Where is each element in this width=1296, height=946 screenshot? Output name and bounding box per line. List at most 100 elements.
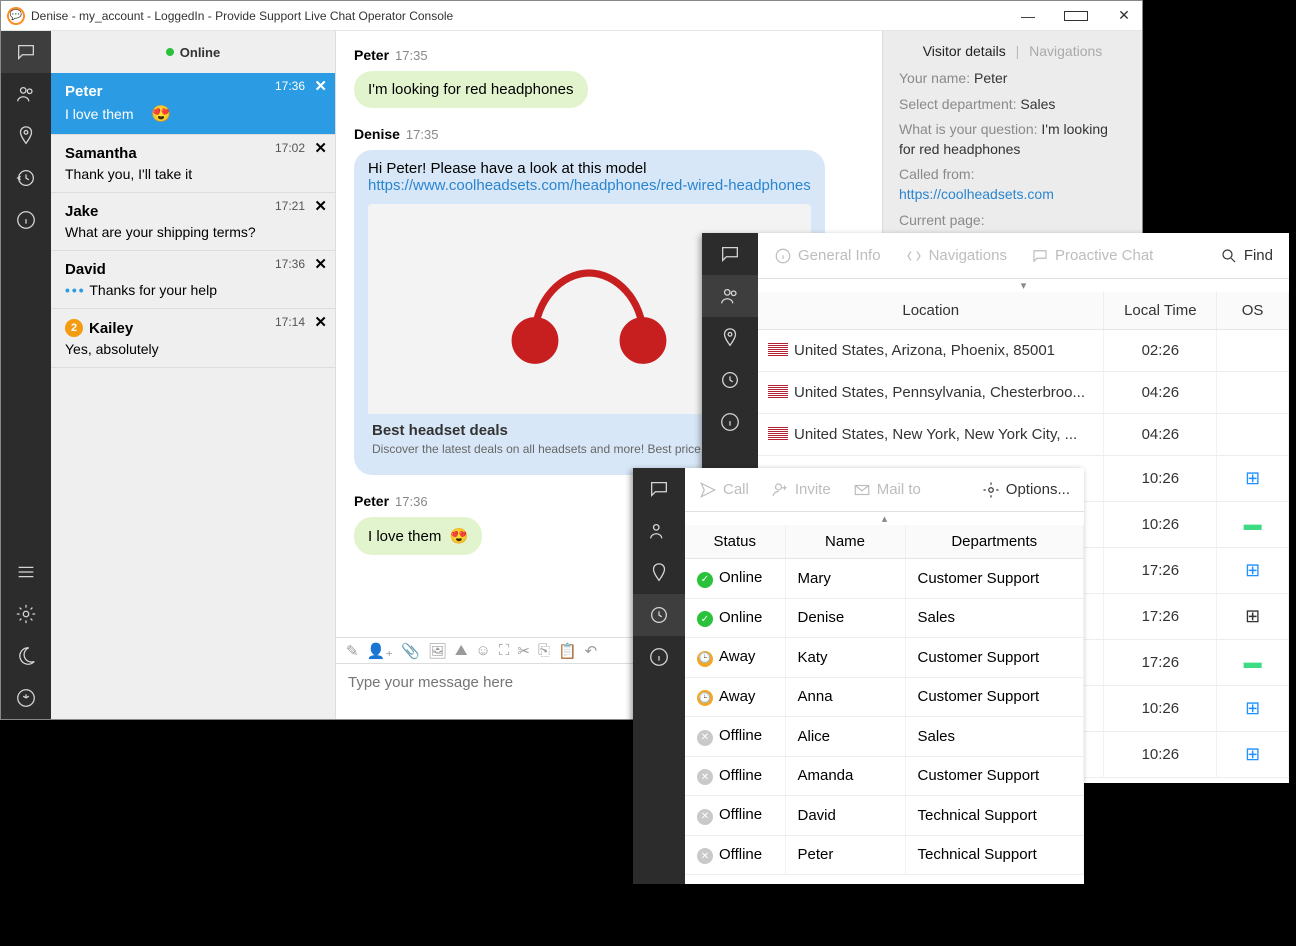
col-location[interactable]: Location bbox=[758, 292, 1104, 330]
cell-os bbox=[1217, 414, 1289, 456]
col-dept[interactable]: Departments bbox=[905, 525, 1084, 559]
cell-status: ✕Offline bbox=[685, 717, 785, 757]
minimize-button[interactable]: — bbox=[1016, 8, 1040, 24]
presence-label: Online bbox=[180, 45, 220, 60]
rail-chats-icon[interactable] bbox=[1, 31, 51, 73]
cell-location: United States, Arizona, Phoenix, 85001 bbox=[758, 330, 1104, 372]
col-status[interactable]: Status bbox=[685, 525, 785, 559]
invite-button[interactable]: Invite bbox=[771, 481, 831, 499]
col-os[interactable]: OS bbox=[1217, 292, 1289, 330]
rail-logout-icon[interactable] bbox=[1, 677, 51, 719]
col-local-time[interactable]: Local Time bbox=[1104, 292, 1217, 330]
cut-icon[interactable]: ✂ bbox=[517, 642, 530, 660]
visitor-bubble: I'm looking for red headphones bbox=[354, 71, 588, 108]
rail-settings-icon[interactable] bbox=[1, 593, 51, 635]
rail-info-icon[interactable] bbox=[1, 199, 51, 241]
tab-general-info[interactable]: General Info bbox=[774, 247, 881, 265]
called-from-link[interactable]: https://coolheadsets.com bbox=[899, 186, 1054, 202]
rail-history-icon[interactable] bbox=[633, 594, 685, 636]
rail-info-icon[interactable] bbox=[702, 401, 758, 443]
operator-row[interactable]: ✓OnlineMaryCustomer Support bbox=[685, 559, 1084, 599]
collapse-icon[interactable]: ▴ bbox=[685, 512, 1084, 525]
nav-rail bbox=[1, 31, 51, 719]
collapse-icon[interactable]: ▾ bbox=[758, 279, 1289, 292]
operator-row[interactable]: ✕OfflineAliceSales bbox=[685, 717, 1084, 757]
options-button[interactable]: Options... bbox=[982, 481, 1070, 499]
rail-menu-icon[interactable] bbox=[1, 551, 51, 593]
cell-os bbox=[1217, 330, 1289, 372]
visitor-row[interactable]: United States, New York, New York City, … bbox=[758, 414, 1289, 456]
chat-time: 17:21 bbox=[275, 199, 305, 213]
canned-icon[interactable]: ✎ bbox=[346, 642, 359, 660]
close-chat-icon[interactable]: ✕ bbox=[314, 255, 327, 273]
close-chat-icon[interactable]: ✕ bbox=[314, 139, 327, 157]
operator-row[interactable]: 🕒AwayKatyCustomer Support bbox=[685, 638, 1084, 678]
close-chat-icon[interactable]: ✕ bbox=[314, 313, 327, 331]
attach-icon[interactable]: 📎 bbox=[401, 642, 420, 660]
close-chat-icon[interactable]: ✕ bbox=[314, 77, 327, 95]
close-button[interactable]: ✕ bbox=[1112, 7, 1136, 24]
rail-history-icon[interactable] bbox=[702, 359, 758, 401]
rail-info-icon[interactable] bbox=[633, 636, 685, 678]
window-controls: — ✕ bbox=[1016, 7, 1136, 24]
paste-icon[interactable]: 📋 bbox=[558, 642, 577, 660]
operator-row[interactable]: 🕒AwayAnnaCustomer Support bbox=[685, 677, 1084, 717]
cell-dept: Customer Support bbox=[905, 677, 1084, 717]
rail-chats-icon[interactable] bbox=[702, 233, 758, 275]
emoji-icon: 😍 bbox=[151, 106, 171, 123]
chat-list-item[interactable]: 17:02✕SamanthaThank you, I'll take it bbox=[51, 135, 335, 193]
rail-night-icon[interactable] bbox=[1, 635, 51, 677]
cell-os bbox=[1217, 372, 1289, 414]
close-chat-icon[interactable]: ✕ bbox=[314, 197, 327, 215]
rail-location-icon[interactable] bbox=[702, 317, 758, 359]
operator-row[interactable]: ✕OfflineAmandaCustomer Support bbox=[685, 756, 1084, 796]
rail-location-icon[interactable] bbox=[633, 552, 685, 594]
presence-status[interactable]: Online bbox=[51, 31, 335, 73]
operator-row[interactable]: ✓OnlineDeniseSales bbox=[685, 598, 1084, 638]
col-name[interactable]: Name bbox=[785, 525, 905, 559]
presence-dot-icon bbox=[166, 48, 174, 56]
cell-dept: Customer Support bbox=[905, 559, 1084, 599]
maximize-button[interactable] bbox=[1064, 8, 1088, 24]
rail-location-icon[interactable] bbox=[1, 115, 51, 157]
chat-time: 17:36 bbox=[275, 79, 305, 93]
chat-list-item[interactable]: 17:36✕David••• Thanks for your help bbox=[51, 251, 335, 309]
product-link[interactable]: https://www.coolheadsets.com/headphones/… bbox=[368, 177, 811, 194]
rail-visitors-icon[interactable] bbox=[1, 73, 51, 115]
operator-row[interactable]: ✕OfflineDavidTechnical Support bbox=[685, 796, 1084, 836]
tab-navigations[interactable]: Navigations bbox=[905, 247, 1007, 265]
screenshot-icon[interactable]: ⛰ bbox=[455, 642, 468, 659]
tab-navigations[interactable]: Navigations bbox=[1029, 43, 1102, 59]
tab-visitor-details[interactable]: Visitor details bbox=[923, 43, 1006, 59]
add-user-icon[interactable]: 👤₊ bbox=[367, 642, 394, 660]
emoji-icon: 😍 bbox=[450, 528, 469, 545]
chat-name: Jake bbox=[65, 203, 98, 220]
flag-icon bbox=[768, 385, 788, 398]
rail-visitors-icon[interactable] bbox=[702, 275, 758, 317]
chat-list-item[interactable]: 17:14✕2KaileyYes, absolutely bbox=[51, 309, 335, 368]
cell-status: ✓Online bbox=[685, 598, 785, 638]
chat-list-item[interactable]: 17:21✕JakeWhat are your shipping terms? bbox=[51, 193, 335, 251]
rail-visitors-icon[interactable] bbox=[633, 510, 685, 552]
cell-time: 04:26 bbox=[1104, 414, 1217, 456]
cell-time: 17:26 bbox=[1104, 640, 1217, 686]
rail-history-icon[interactable] bbox=[1, 157, 51, 199]
status-dot-icon: 🕒 bbox=[697, 690, 713, 706]
copy-icon[interactable]: ⎘ bbox=[538, 642, 550, 659]
expand-icon[interactable]: ⛶ bbox=[499, 642, 510, 659]
find-button[interactable]: Find bbox=[1220, 247, 1273, 265]
visitor-row[interactable]: United States, Arizona, Phoenix, 8500102… bbox=[758, 330, 1289, 372]
operator-row[interactable]: ✕OfflinePeterTechnical Support bbox=[685, 835, 1084, 875]
undo-icon[interactable]: ↶ bbox=[585, 642, 598, 660]
cell-time: 17:26 bbox=[1104, 548, 1217, 594]
rail-chats-icon[interactable] bbox=[633, 468, 685, 510]
chat-list-item[interactable]: 17:36✕PeterI love them 😍 bbox=[51, 73, 335, 135]
call-button[interactable]: Call bbox=[699, 481, 749, 499]
emoji-picker-icon[interactable]: ☺ bbox=[476, 642, 491, 659]
cell-dept: Customer Support bbox=[905, 638, 1084, 678]
mail-button[interactable]: Mail to bbox=[853, 481, 921, 499]
visitor-row[interactable]: United States, Pennsylvania, Chesterbroo… bbox=[758, 372, 1289, 414]
chat-preview: Yes, absolutely bbox=[65, 341, 321, 357]
tab-proactive-chat[interactable]: Proactive Chat bbox=[1031, 247, 1153, 265]
image-icon[interactable]: 🖼 bbox=[428, 642, 447, 660]
